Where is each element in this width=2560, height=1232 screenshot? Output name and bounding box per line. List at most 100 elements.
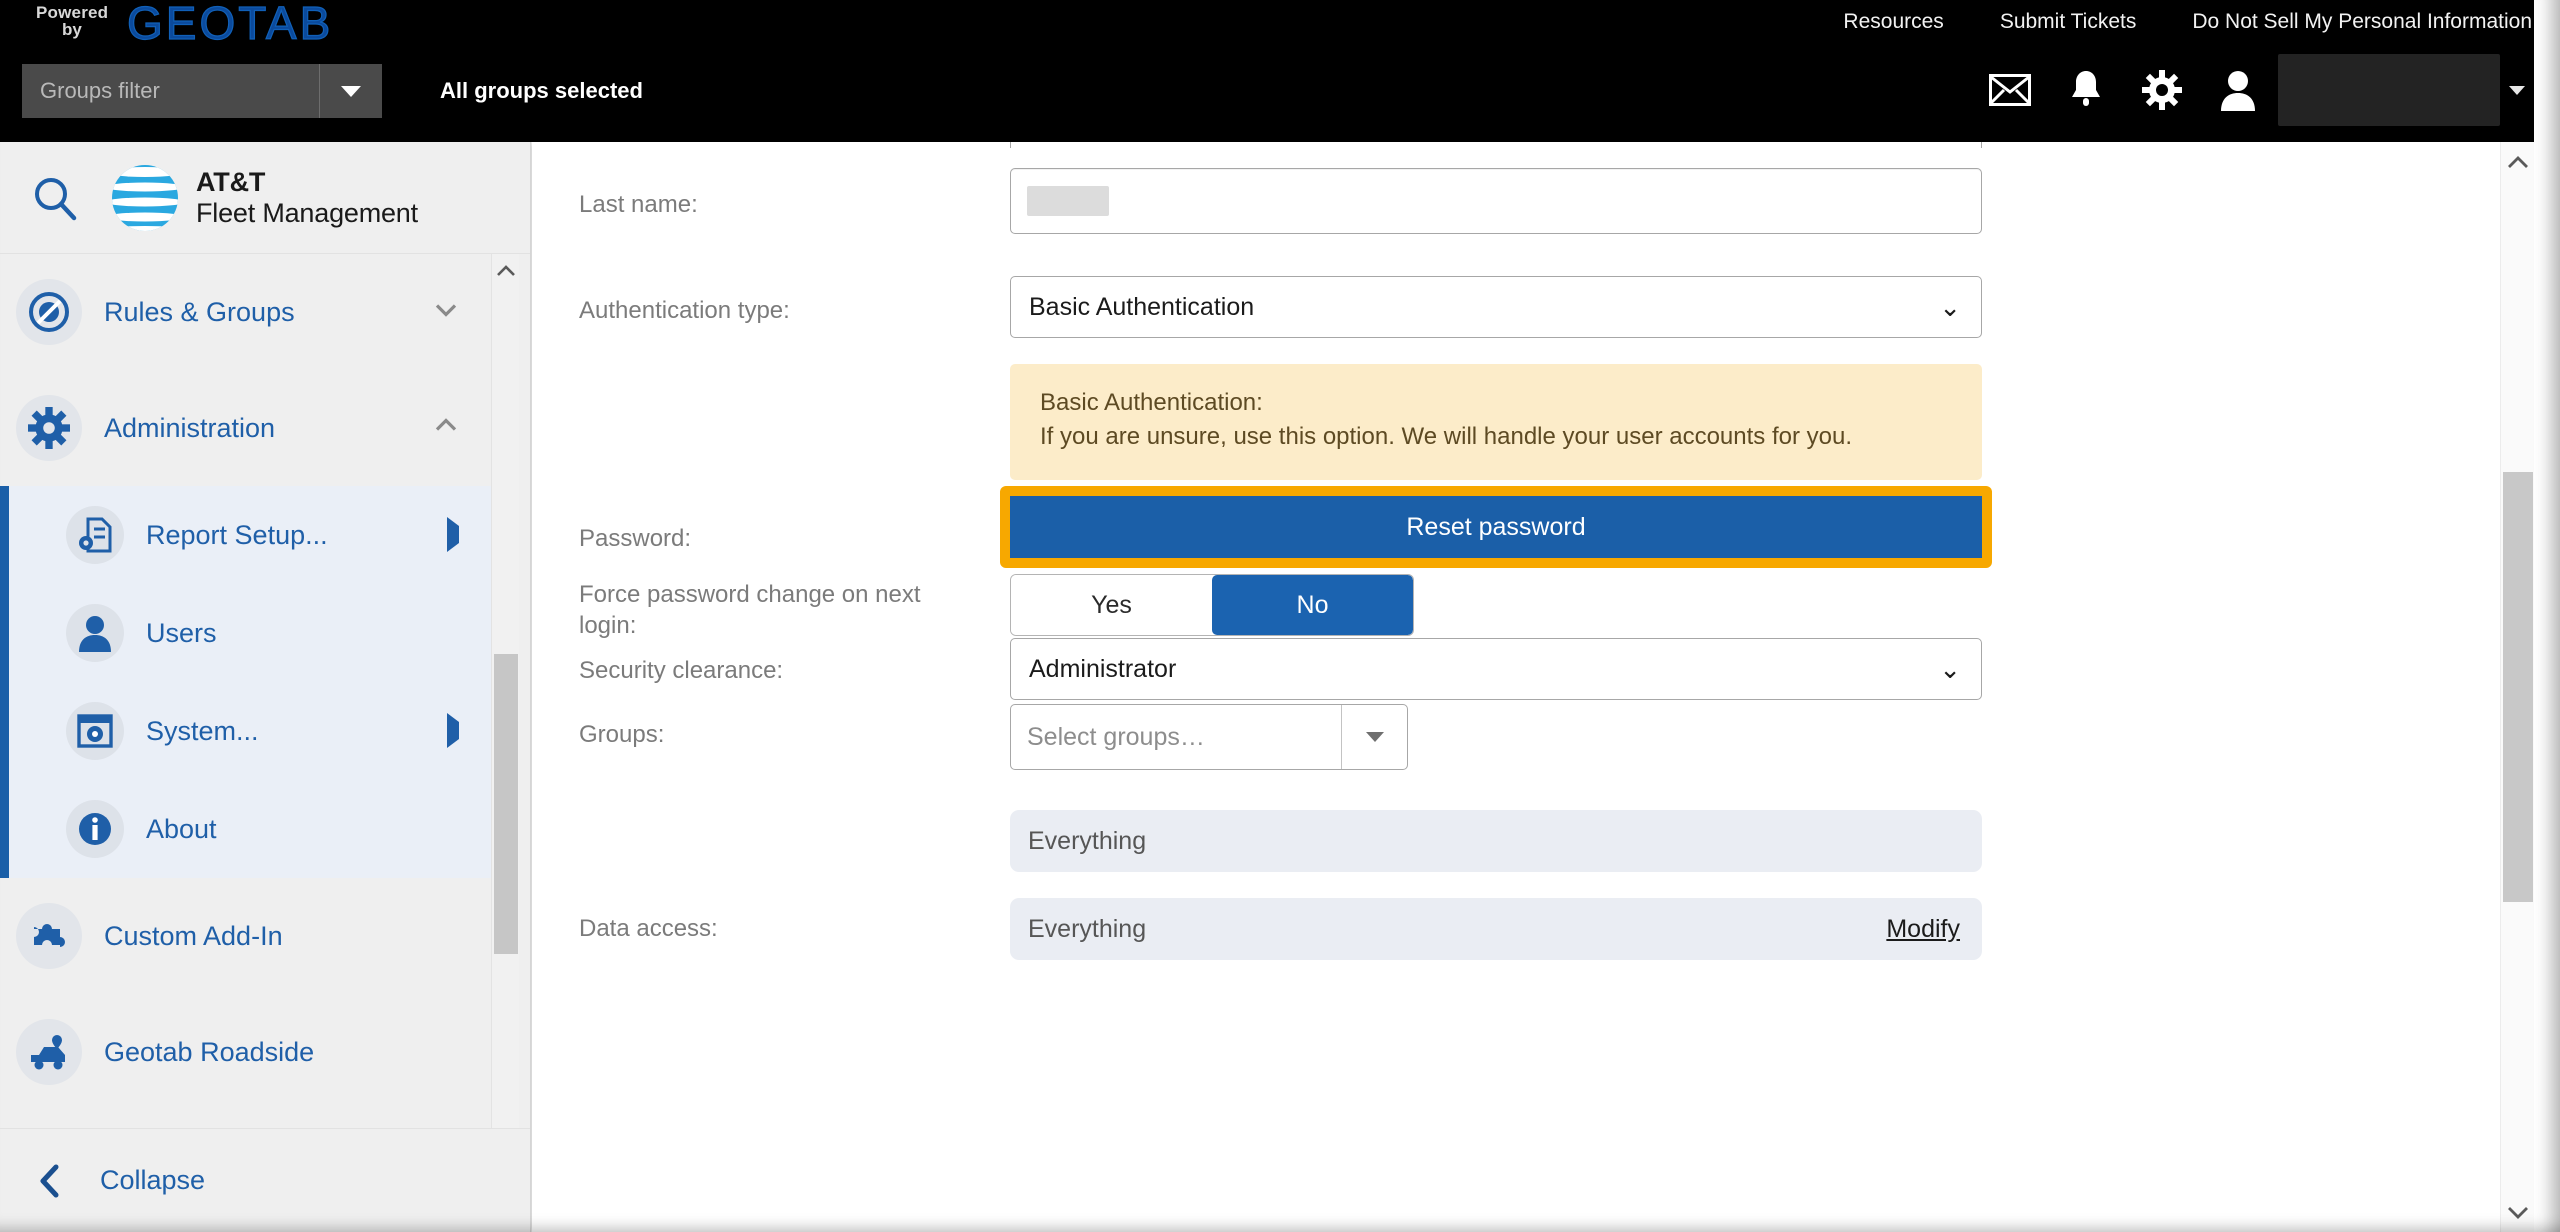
sidebar-header: AT&T Fleet Management [0,142,530,254]
security-clearance-select[interactable]: Administrator ⌄ [1010,638,1982,700]
groups-selected-chip: Everything [1010,810,1982,872]
chevron-down-icon[interactable] [433,297,459,328]
page-scrollbar-thumb[interactable] [2503,472,2533,902]
chevron-down-icon: ⌄ [1939,292,1961,322]
auth-info-title: Basic Authentication: [1040,389,1263,416]
sidebar-item-geotab-roadside[interactable]: Geotab Roadside [0,994,505,1110]
user-menu-dropdown-button[interactable] [2500,58,2534,122]
geotab-logo: GEOTAB [126,0,334,50]
last-name-label: Last name: [579,191,698,218]
chevron-right-icon[interactable] [447,713,459,748]
groups-select-placeholder[interactable]: Select groups… [1011,705,1341,769]
att-globe-icon [112,164,178,231]
toggle-option-yes[interactable]: Yes [1011,575,1212,635]
gear-icon [16,395,82,461]
sidebar-nav-list: Rules & Groups Administration Report Set… [0,254,505,1110]
header-link-submit-tickets[interactable]: Submit Tickets [2000,8,2137,36]
sidebar-item-report-setup[interactable]: Report Setup... [0,486,505,584]
sidebar-scrollbar[interactable] [491,254,519,1174]
rules-icon [16,279,82,345]
sidebar-scrollbar-thumb[interactable] [494,654,518,954]
left-sidebar: AT&T Fleet Management Rules & Groups Adm… [0,142,531,1232]
data-access-value: Everything [1028,914,1147,943]
user-icon[interactable] [2200,58,2276,122]
chevron-down-icon [2509,85,2525,95]
authentication-type-select[interactable]: Basic Authentication ⌄ [1010,276,1982,338]
sidebar-collapse-label: Collapse [100,1165,206,1195]
bell-icon[interactable] [2048,58,2124,122]
partial-field-above[interactable] [1010,142,1982,148]
authentication-type-label: Authentication type: [579,297,790,324]
report-setup-icon [66,506,124,564]
page-scrollbar[interactable] [2500,142,2534,1232]
last-name-input[interactable] [1010,168,1982,234]
groups-selected-chip-label: Everything [1028,826,1147,855]
sidebar-item-label: Report Setup... [146,519,328,550]
data-access-chip: Everything Modify [1010,898,1982,960]
chevron-down-icon [1365,732,1384,742]
sidebar-item-about[interactable]: About [0,780,505,878]
toggle-option-no[interactable]: No [1212,575,1413,635]
authentication-type-value: Basic Authentication [1029,292,1255,321]
groups-label: Groups: [579,721,665,748]
groups-select-combo[interactable]: Select groups… [1010,704,1408,770]
groups-filter-placeholder: Groups filter [40,78,160,103]
user-icon [66,604,124,662]
chevron-right-icon[interactable] [447,517,459,552]
sidebar-collapse-button[interactable]: Collapse [0,1128,530,1232]
att-brand-line1: AT&T [196,167,266,198]
sidebar-item-custom-add-in[interactable]: Custom Add-In [0,878,505,994]
gear-icon[interactable] [2124,58,2200,122]
force-password-change-label: Force password change on next login: [579,581,921,639]
sidebar-item-rules-and-groups[interactable]: Rules & Groups [0,254,505,370]
sidebar-item-label: System... [146,715,259,746]
powered-by-line2: by [62,20,82,39]
authentication-info-box: Basic Authentication: If you are unsure,… [1010,364,1982,481]
top-header-bar: Powered by GEOTAB Resources Submit Ticke… [0,0,2560,142]
all-groups-selected-label: All groups selected [440,78,643,103]
scroll-up-icon[interactable] [492,254,520,288]
data-access-modify-link[interactable]: Modify [1886,915,1960,944]
chevron-left-icon [0,1164,100,1198]
puzzle-icon [16,903,82,969]
sidebar-item-label: Custom Add-In [104,920,283,951]
sidebar-item-system[interactable]: System... [0,682,505,780]
security-clearance-value: Administrator [1029,654,1177,683]
auth-info-body: If you are unsure, use this option. We w… [1040,423,1852,451]
force-password-change-toggle[interactable]: Yes No [1010,574,1414,636]
header-link-resources[interactable]: Resources [1843,8,1943,36]
sidebar-item-label: Administration [104,412,276,443]
scroll-down-icon[interactable] [2501,1192,2535,1232]
header-icon-group [1972,54,2534,126]
groups-filter-control[interactable]: Groups filter [22,64,382,118]
sidebar-item-label: About [146,813,217,844]
chevron-down-icon [341,85,361,97]
chevron-down-icon: ⌄ [1939,654,1961,684]
password-label: Password: [579,525,692,552]
att-brand-line2: Fleet Management [196,197,418,228]
sidebar-item-users[interactable]: Users [0,584,505,682]
groups-filter-dropdown-button[interactable] [320,64,382,118]
sidebar-item-label: Users [146,617,217,648]
sidebar-item-administration[interactable]: Administration [0,370,505,486]
groups-dropdown-button[interactable] [1341,705,1407,769]
page-right-edge [2534,0,2560,1232]
chevron-up-icon[interactable] [433,413,459,444]
scroll-up-icon[interactable] [2501,142,2535,182]
sidebar-item-label: Geotab Roadside [104,1036,315,1067]
sidebar-scroll-area: Rules & Groups Administration Report Set… [0,254,530,1174]
reset-password-highlight-ring: Reset password [1000,486,1992,568]
security-clearance-label: Security clearance: [579,657,784,684]
data-access-label: Data access: [579,915,718,942]
powered-by-line1: Powered [36,3,109,22]
mail-icon[interactable] [1972,58,2048,122]
search-icon[interactable] [0,175,110,221]
reset-password-button[interactable]: Reset password [1010,496,1982,558]
header-link-do-not-sell[interactable]: Do Not Sell My Personal Information [2192,8,2532,36]
roadside-icon [16,1019,82,1085]
system-icon [66,702,124,760]
user-name-redacted[interactable] [2278,54,2500,126]
last-name-value-redacted [1027,186,1109,216]
app-root: Powered by GEOTAB Resources Submit Ticke… [0,0,2560,1232]
info-icon [66,800,124,858]
